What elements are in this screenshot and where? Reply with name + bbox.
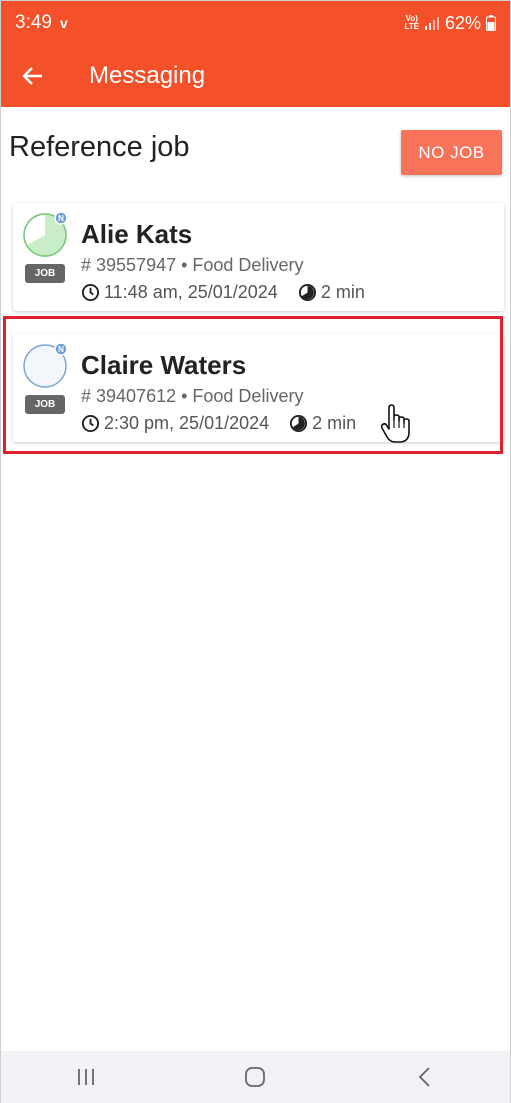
page-title: Messaging [89,62,206,89]
job-time: 2:30 pm, 25/01/2024 [104,413,270,433]
job-progress-avatar: N [23,342,68,388]
job-meta: 2:30 pm, 25/01/2024 2 min [81,413,356,434]
job-tag: JOB [25,264,65,283]
back-icon[interactable] [395,1057,455,1097]
section-title: Reference job [9,131,190,163]
volte-icon: Vo) LTE [404,14,419,31]
job-progress-avatar: N [23,211,68,257]
job-duration: 2 min [312,413,357,433]
customer-name: Claire Waters [81,350,247,380]
no-job-button[interactable]: NO JOB [401,130,502,175]
svg-text:N: N [58,214,64,223]
arrow-left-icon[interactable] [21,61,51,91]
clock-icon [81,414,100,433]
job-number: # 39407612 • Food Delivery [81,386,304,406]
app-bar: Messaging [1,45,510,107]
battery-percent: 62% [444,12,481,33]
timer-icon [290,414,308,433]
carrier-mark: v [59,15,68,31]
signal-icon [424,17,439,30]
timer-icon [298,283,316,302]
job-duration: 2 min [320,282,365,302]
clock-icon [81,283,100,302]
status-bar: 3:49 v Vo) LTE 62% [1,1,510,45]
job-number: # 39557947 • Food Delivery [81,255,304,275]
status-time: 3:49 [15,12,52,33]
reference-job-header: Reference job NO JOB [1,107,510,197]
customer-name: Alie Kats [81,219,193,249]
recents-icon[interactable] [56,1057,116,1097]
battery-icon [486,15,496,31]
hand-cursor-icon [380,404,410,443]
job-tag: JOB [25,395,65,414]
job-time: 11:48 am, 25/01/2024 [104,282,278,302]
job-meta: 11:48 am, 25/01/2024 2 min [81,282,365,303]
system-nav-bar [1,1051,510,1103]
job-card[interactable]: N JOB Claire Waters # 39407612 • Food De… [13,334,504,442]
job-card[interactable]: N JOB Alie Kats # 39557947 • Food Delive… [13,203,504,311]
svg-text:N: N [58,345,64,354]
home-icon[interactable] [225,1057,285,1097]
